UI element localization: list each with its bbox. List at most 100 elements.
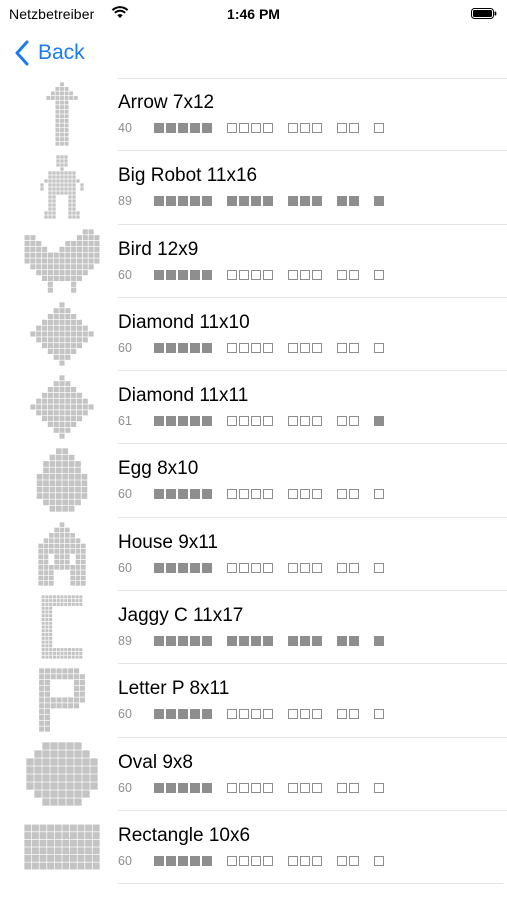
empty-square-icon (337, 489, 347, 500)
empty-square-icon (288, 782, 298, 793)
filled-square-icon (166, 709, 176, 720)
empty-square-icon (227, 416, 237, 427)
empty-square-icon (300, 709, 310, 720)
filled-square-icon (154, 562, 164, 573)
empty-square-icon (288, 855, 298, 866)
progress-group (154, 636, 214, 647)
puzzle-row[interactable]: Arrow 7x12 40 (0, 78, 507, 152)
puzzle-title: Diamond 11x10 (118, 311, 250, 333)
progress-group (154, 562, 214, 573)
empty-square-icon (288, 269, 298, 280)
progress-group (227, 855, 275, 866)
empty-square-icon (374, 123, 384, 133)
empty-square-icon (227, 342, 237, 353)
progress-group (288, 782, 324, 793)
puzzle-title: Egg 8x10 (118, 458, 199, 480)
filled-square-icon (190, 196, 200, 207)
empty-square-icon (288, 562, 298, 573)
progress-group (374, 782, 386, 793)
puzzle-count: 89 (118, 194, 132, 209)
puzzle-stats: 89 (118, 634, 399, 648)
progress-group (227, 562, 275, 573)
empty-square-icon (374, 269, 384, 280)
puzzle-title: Rectangle 10x6 (118, 824, 251, 846)
progress-group (337, 855, 361, 866)
filled-square-icon (190, 709, 200, 720)
puzzle-row[interactable]: Jaggy C 11x17 89 (0, 591, 507, 665)
filled-square-icon (154, 782, 164, 793)
battery-icon (471, 8, 497, 19)
puzzle-row[interactable]: Diamond 11x10 60 (0, 298, 507, 372)
puzzle-title: Diamond 11x11 (118, 385, 249, 407)
puzzle-row[interactable]: Bird 12x9 60 (0, 225, 507, 299)
puzzle-row[interactable]: Rectangle 10x6 60 (0, 811, 507, 885)
empty-square-icon (239, 342, 249, 353)
empty-square-icon (227, 269, 237, 280)
empty-square-icon (374, 342, 384, 353)
empty-square-icon (312, 342, 322, 353)
rectangle-thumbnail-icon (24, 824, 100, 870)
filled-square-icon (178, 489, 188, 500)
filled-square-icon (178, 562, 188, 573)
progress-group (154, 782, 214, 793)
puzzle-row[interactable]: Oval 9x8 60 (0, 738, 507, 812)
filled-square-icon (166, 636, 176, 647)
diamond-thumbnail-icon (30, 375, 94, 439)
empty-square-icon (300, 123, 310, 133)
empty-square-icon (251, 782, 261, 793)
empty-square-icon (374, 782, 384, 793)
progress-group (154, 709, 214, 720)
empty-square-icon (349, 782, 359, 793)
progress-group (154, 855, 214, 866)
filled-square-icon (154, 342, 164, 353)
empty-square-icon (349, 269, 359, 280)
back-button[interactable]: Back (14, 38, 85, 68)
puzzle-row[interactable]: Egg 8x10 60 (0, 444, 507, 519)
arrow-thumbnail-icon (46, 82, 78, 146)
filled-square-icon (154, 123, 164, 133)
puzzle-row[interactable]: Big Robot 11x16 89 (0, 151, 507, 225)
progress-group (337, 196, 361, 207)
puzzle-row[interactable]: House 9x11 60 (0, 518, 507, 592)
filled-square-icon (263, 196, 273, 207)
puzzle-count: 60 (118, 707, 132, 722)
filled-square-icon (239, 196, 249, 207)
progress-markers (154, 269, 399, 280)
jaggy-c-thumbnail-icon (41, 595, 83, 659)
diamond-thumbnail-icon (30, 302, 94, 366)
empty-square-icon (239, 489, 249, 500)
empty-square-icon (251, 342, 261, 353)
empty-square-icon (374, 562, 384, 573)
filled-square-icon (166, 196, 176, 207)
puzzle-list: Arrow 7x12 40 Big Robot 11x16 89 Bird 12x9 60… (0, 78, 507, 885)
puzzle-title: Arrow 7x12 (118, 92, 215, 113)
empty-square-icon (349, 562, 359, 573)
empty-square-icon (300, 855, 310, 866)
progress-markers (154, 562, 399, 573)
filled-square-icon (202, 562, 212, 573)
filled-square-icon (166, 416, 176, 427)
filled-square-icon (154, 489, 164, 500)
progress-group (374, 416, 386, 427)
puzzle-row[interactable]: Diamond 11x11 61 (0, 371, 507, 445)
progress-group (337, 123, 361, 133)
puzzle-row[interactable]: Letter P 8x11 60 (0, 664, 507, 738)
empty-square-icon (374, 855, 384, 866)
progress-group (374, 489, 386, 500)
filled-square-icon (288, 636, 298, 647)
empty-square-icon (349, 855, 359, 866)
filled-square-icon (154, 269, 164, 280)
filled-square-icon (202, 489, 212, 500)
progress-group (337, 489, 361, 500)
filled-square-icon (374, 636, 384, 647)
filled-square-icon (202, 342, 212, 353)
puzzle-title: Big Robot 11x16 (118, 165, 258, 187)
filled-square-icon (154, 636, 164, 647)
progress-markers (154, 709, 399, 720)
puzzle-title: House 9x11 (118, 531, 218, 553)
progress-group (337, 562, 361, 573)
empty-square-icon (312, 489, 322, 500)
puzzle-stats: 89 (118, 194, 399, 208)
filled-square-icon (349, 636, 359, 647)
empty-square-icon (263, 489, 273, 500)
